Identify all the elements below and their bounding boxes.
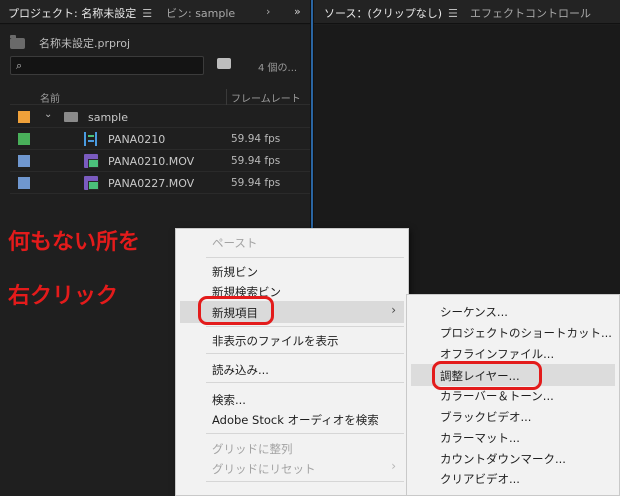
highlight-box-adjustment-layer <box>432 361 542 390</box>
annotation-line-1: 何もない所を <box>8 230 141 255</box>
tab-source-label: ソース：(クリップなし) <box>324 7 443 20</box>
annotation-line-2: 右クリック <box>8 284 119 309</box>
submenu-item-color-matte[interactable]: カラーマット... <box>440 430 520 446</box>
new-item-submenu: シーケンス... プロジェクトのショートカット... オフラインファイル... … <box>406 294 620 496</box>
project-file-row: 名称未設定.prproj <box>10 34 131 51</box>
submenu-item-bars-tone[interactable]: カラーバー＆トーン... <box>440 388 554 404</box>
menu-item-show-hidden[interactable]: 非表示のファイルを表示 <box>212 333 339 349</box>
column-separator[interactable] <box>226 89 227 105</box>
menu-item-new-bin[interactable]: 新規ビン <box>212 264 258 280</box>
submenu-item-black-video[interactable]: ブラックビデオ... <box>440 409 531 425</box>
label-color-swatch[interactable] <box>18 133 30 145</box>
column-name[interactable]: 名前 <box>40 90 60 105</box>
context-menu: ペースト 新規ビン 新規検索ビン 新規項目 › 非表示のファイルを表示 読み込み… <box>175 228 409 496</box>
list-item-clip[interactable]: PANA0210.MOV 59.94 fps <box>10 150 310 172</box>
tab-bin-label: ビン: sample <box>166 7 236 20</box>
search-icon: ⌕ <box>16 59 23 72</box>
chevron-down-icon[interactable]: ⌄ <box>44 109 52 120</box>
list-item-sequence[interactable]: PANA0210 59.94 fps <box>10 128 310 150</box>
expand-panels-icon[interactable]: » <box>294 5 301 18</box>
submenu-item-offline-file[interactable]: オフラインファイル... <box>440 346 554 362</box>
menu-item-adobe-stock[interactable]: Adobe Stock オーディオを検索 <box>212 412 379 428</box>
label-color-swatch[interactable] <box>18 177 30 189</box>
menu-item-paste[interactable]: ペースト <box>212 235 257 251</box>
tab-project-label: プロジェクト: 名称未設定 <box>8 7 137 20</box>
item-count: 4 個の... <box>258 63 298 74</box>
submenu-item-project-shortcut[interactable]: プロジェクトのショートカット... <box>440 325 612 341</box>
submenu-item-countdown[interactable]: カウントダウンマーク... <box>440 451 566 467</box>
tab-source[interactable]: ソース：(クリップなし) ☰ <box>324 5 458 27</box>
video-clip-icon <box>84 176 99 190</box>
search-input[interactable]: ⌕ <box>10 56 204 75</box>
tab-effect-controls[interactable]: エフェクトコントロール <box>470 5 591 21</box>
menu-separator <box>206 382 404 383</box>
submenu-item-clear-video[interactable]: クリアビデオ... <box>440 471 520 487</box>
menu-item-import[interactable]: 読み込み... <box>212 362 269 378</box>
column-header: 名前 フレームレート <box>10 89 310 105</box>
video-clip-icon <box>84 154 99 168</box>
item-framerate: 59.94 fps <box>231 177 281 189</box>
chevron-right-icon: › <box>391 459 396 473</box>
item-name: PANA0210 <box>108 133 166 146</box>
label-color-swatch[interactable] <box>18 155 30 167</box>
menu-item-more[interactable]: … <box>212 487 224 496</box>
chevron-right-icon: › <box>391 303 396 317</box>
menu-separator <box>206 326 404 327</box>
menu-item-reset-grid[interactable]: グリッドにリセット <box>212 461 316 477</box>
panel-menu-icon[interactable]: ☰ <box>448 7 458 20</box>
menu-separator <box>206 257 404 258</box>
menu-separator <box>206 433 404 434</box>
folder-icon <box>64 112 78 122</box>
list-item-folder-sample[interactable]: ⌄ sample <box>10 106 310 128</box>
menu-separator <box>206 481 404 482</box>
tab-bin[interactable]: ビン: sample <box>166 5 235 21</box>
tab-overflow-icon[interactable]: › <box>266 5 270 18</box>
item-name: sample <box>88 111 128 124</box>
source-panel-tabbar: ソース：(クリップなし) ☰ エフェクトコントロール <box>314 0 620 27</box>
submenu-item-sequence[interactable]: シーケンス... <box>440 304 508 320</box>
new-bin-from-search-icon[interactable] <box>217 58 231 69</box>
project-panel-tabbar: プロジェクト: 名称未設定 ☰ ビン: sample › » <box>0 0 310 27</box>
column-framerate[interactable]: フレームレート <box>231 90 301 105</box>
tab-project[interactable]: プロジェクト: 名称未設定 ☰ <box>8 5 153 27</box>
highlight-box-new-item <box>198 296 274 325</box>
item-name: PANA0210.MOV <box>108 155 195 168</box>
list-item-clip[interactable]: PANA0227.MOV 59.94 fps <box>10 172 310 194</box>
panel-menu-icon[interactable]: ☰ <box>142 7 152 20</box>
project-file-icon <box>10 34 25 49</box>
menu-separator <box>206 353 404 354</box>
project-filename: 名称未設定.prproj <box>39 37 131 50</box>
menu-item-find[interactable]: 検索... <box>212 392 246 408</box>
item-framerate: 59.94 fps <box>231 133 281 145</box>
menu-item-align-grid[interactable]: グリッドに整列 <box>212 441 293 457</box>
item-name: PANA0227.MOV <box>108 177 195 190</box>
sequence-icon <box>84 132 97 146</box>
item-framerate: 59.94 fps <box>231 155 281 167</box>
label-color-swatch[interactable] <box>18 111 30 123</box>
